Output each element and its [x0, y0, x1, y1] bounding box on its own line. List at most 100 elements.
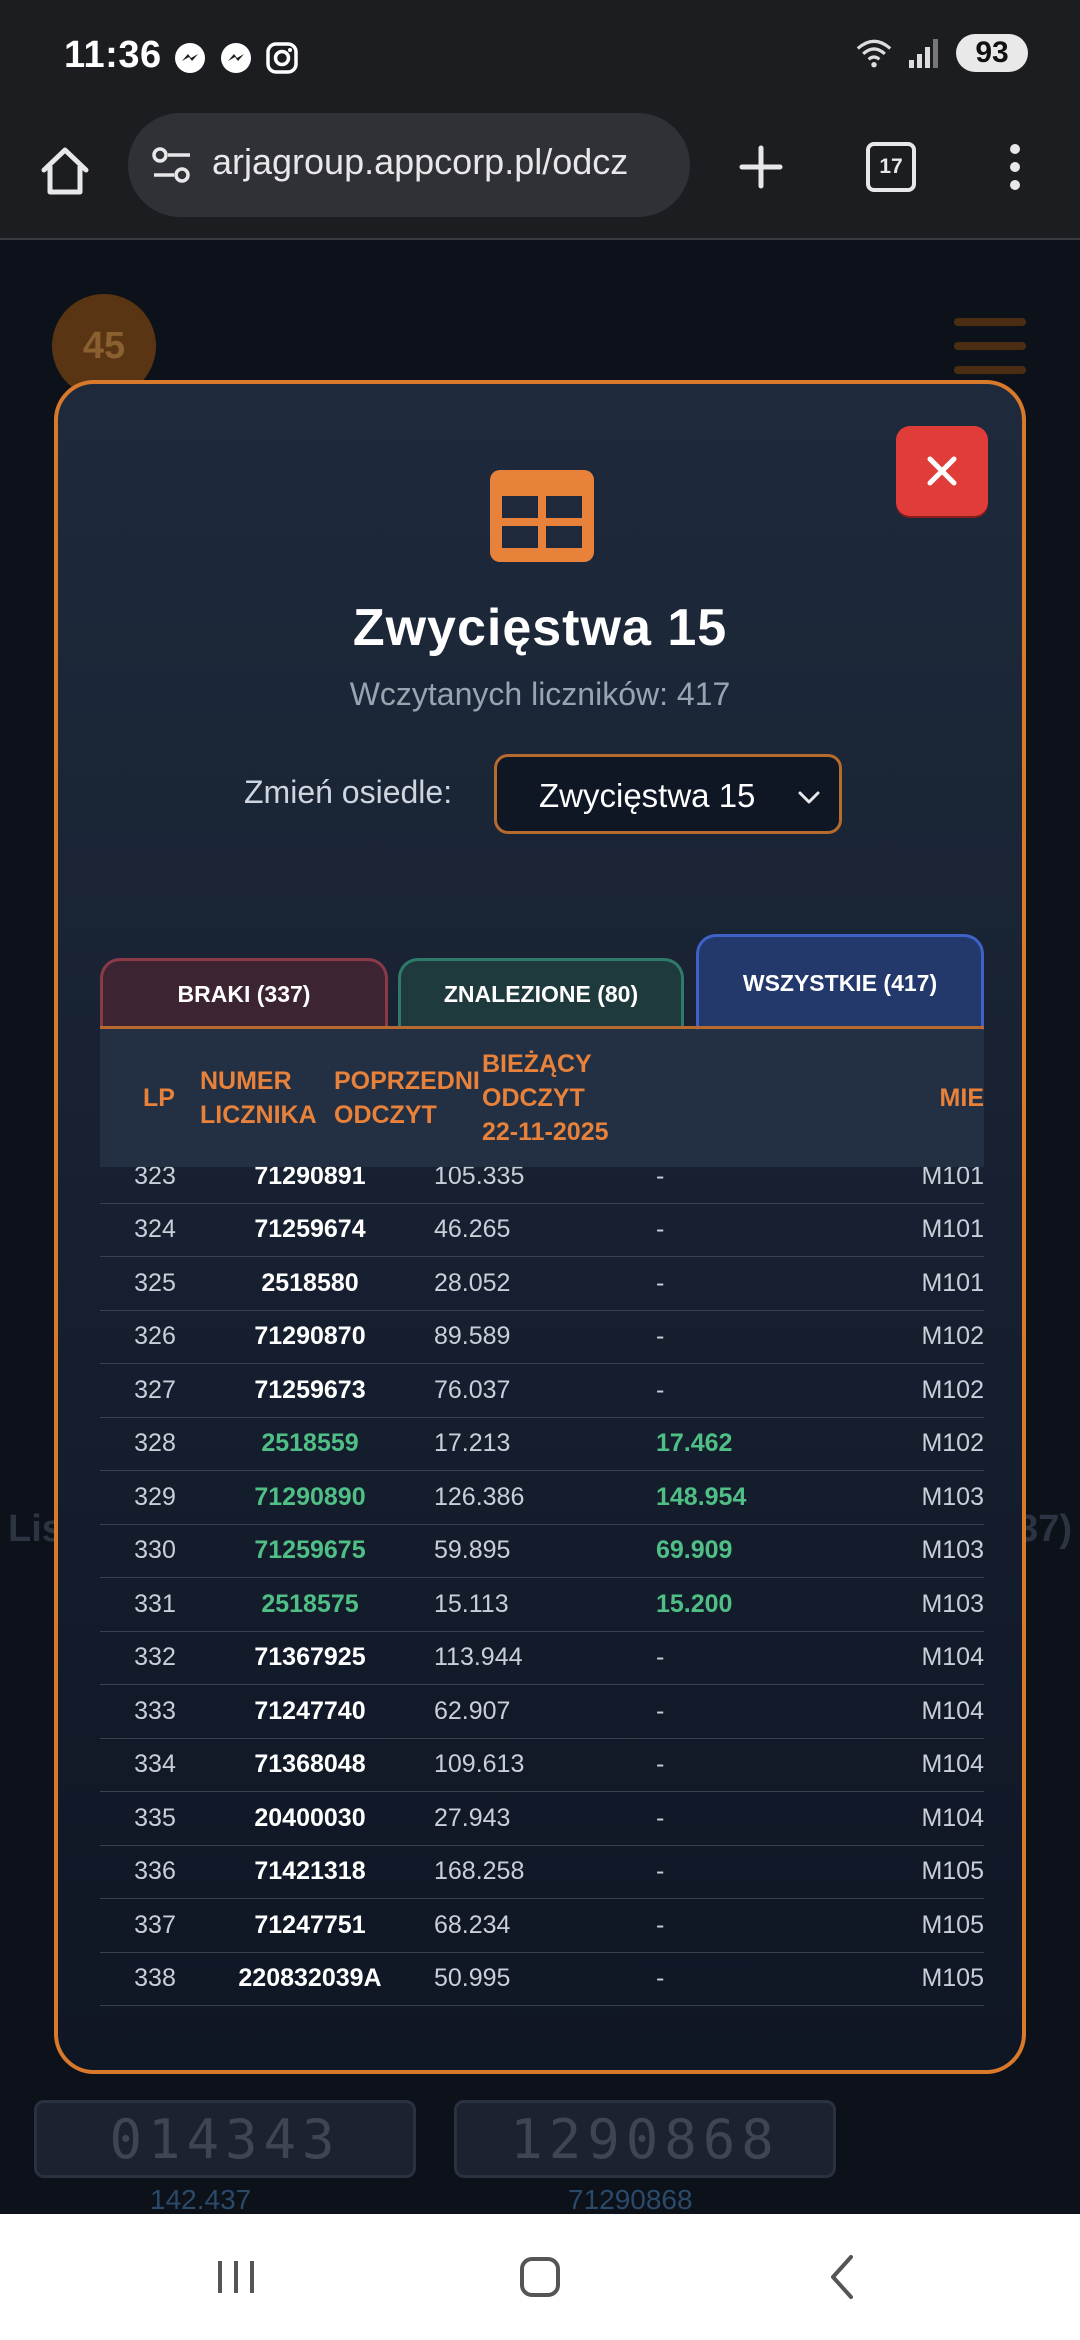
cell-meter-number: 71259674 [254, 1215, 366, 1244]
cell-lp: 331 [134, 1589, 176, 1618]
table-row[interactable]: 324 71259674 46.265 - M101 [100, 1204, 984, 1257]
status-bar: 11:36 93 [0, 0, 1080, 112]
table-row[interactable]: 333 71247740 62.907 - M104 [100, 1685, 984, 1739]
cell-current-reading: - [656, 1964, 665, 1993]
cell-current-reading: - [656, 1910, 665, 1939]
cell-current-reading: - [656, 1857, 665, 1886]
more-vert-icon [1010, 144, 1020, 190]
cell-previous-reading: 28.052 [434, 1268, 511, 1297]
cell-meter-number: 71368048 [254, 1750, 366, 1779]
cell-apartment: M104 [921, 1750, 984, 1779]
loaded-meters-count: Wczytanych liczników: 417 [349, 676, 731, 712]
status-time: 11:36 [64, 34, 162, 76]
table-row[interactable]: 328 2518559 17.213 17.462 M102 [100, 1418, 984, 1471]
cell-current-reading: - [656, 1268, 665, 1297]
estate-select-label: Zmień osiedle: [244, 774, 453, 810]
cell-meter-number: 71247740 [254, 1696, 366, 1725]
chevron-down-icon [798, 791, 820, 804]
modal-title: Zwycięstwa 15 [352, 599, 728, 657]
cell-apartment: M103 [921, 1482, 984, 1511]
table-row[interactable]: 337 71247751 68.234 - M105 [100, 1899, 984, 1953]
table-row[interactable]: 325 2518580 28.052 - M101 [100, 1257, 984, 1311]
cell-lp: 324 [134, 1215, 176, 1244]
system-status: 93 [856, 34, 1028, 72]
table-row[interactable]: 329 71290890 126.386 148.954 M103 [100, 1471, 984, 1525]
browser-menu-button[interactable] [980, 132, 1050, 202]
cell-lp: 337 [134, 1910, 176, 1939]
tab-braki[interactable]: BRAKI (337) [100, 958, 388, 1028]
cell-previous-reading: 126.386 [434, 1482, 525, 1511]
cell-lp: 338 [134, 1964, 176, 1993]
cell-current-reading: 15.200 [656, 1589, 733, 1618]
cell-previous-reading: 62.907 [434, 1696, 511, 1725]
cell-lp: 333 [134, 1696, 176, 1725]
cell-current-reading: - [656, 1643, 665, 1672]
cell-meter-number: 71259673 [254, 1375, 366, 1404]
messenger-icon [218, 40, 254, 76]
cell-apartment: M101 [921, 1215, 984, 1244]
cell-lp: 330 [134, 1536, 176, 1565]
cell-apartment: M102 [921, 1322, 984, 1351]
table-row[interactable]: 336 71421318 168.258 - M105 [100, 1846, 984, 1899]
new-tab-button[interactable] [726, 132, 796, 202]
cell-apartment: M105 [921, 1910, 984, 1939]
battery-indicator: 93 [956, 34, 1028, 72]
cell-meter-number: 71259675 [254, 1536, 366, 1565]
browser-toolbar: arjagroup.appcorp.pl/odcz 17 [0, 112, 1080, 240]
cell-current-reading: 148.954 [656, 1482, 747, 1511]
table-row[interactable]: 326 71290870 89.589 - M102 [100, 1311, 984, 1364]
cell-lp: 335 [134, 1803, 176, 1832]
cell-apartment: M101 [921, 1268, 984, 1297]
table-row[interactable]: 335 20400030 27.943 - M104 [100, 1792, 984, 1846]
cell-previous-reading: 46.265 [434, 1215, 511, 1244]
close-button[interactable] [896, 426, 988, 516]
cell-apartment: M102 [921, 1375, 984, 1404]
table-row[interactable]: 338 220832039A 50.995 - M105 [100, 1953, 984, 2006]
table-row[interactable]: 332 71367925 113.944 - M104 [100, 1632, 984, 1685]
column-header-numer[interactable]: NUMER LICZNIKA [200, 1029, 350, 1167]
tab-znalezione[interactable]: ZNALEZIONE (80) [398, 958, 684, 1028]
cell-meter-number: 2518575 [261, 1589, 359, 1618]
estate-select[interactable]: Zwycięstwa 15 [494, 754, 842, 834]
address-bar[interactable]: arjagroup.appcorp.pl/odcz [128, 113, 690, 217]
plus-icon [739, 145, 783, 189]
column-header-biezacy[interactable]: BIEŻĄCY ODCZYT 22-11-2025 [482, 1029, 672, 1167]
site-settings-icon[interactable] [150, 143, 194, 187]
cell-previous-reading: 27.943 [434, 1803, 511, 1832]
table-row[interactable]: 331 2518575 15.113 15.200 M103 [100, 1578, 984, 1632]
cell-previous-reading: 59.895 [434, 1536, 511, 1565]
table-row[interactable]: 334 71368048 109.613 - M104 [100, 1739, 984, 1792]
cell-current-reading: - [656, 1215, 665, 1244]
table-row[interactable]: 330 71259675 59.895 69.909 M103 [100, 1525, 984, 1578]
meters-table[interactable]: LP NUMER LICZNIKA POPRZEDNI ODCZYT BIEŻĄ… [100, 1026, 984, 2016]
cell-current-reading: 17.462 [656, 1429, 733, 1458]
cell-lp: 334 [134, 1750, 176, 1779]
home-button[interactable] [30, 136, 100, 206]
cell-meter-number: 2518559 [261, 1429, 359, 1458]
cell-lp: 329 [134, 1482, 176, 1511]
table-body: 323 71290891 105.335- M101 324 71259674 46.265… [100, 1150, 984, 2006]
cell-meter-number: 71367925 [254, 1643, 366, 1672]
column-header-mie[interactable]: MIE [860, 1029, 984, 1167]
cell-meter-number: 20400030 [254, 1803, 366, 1832]
estate-modal: Zwycięstwa 15 Wczytanych liczników: 417 … [54, 380, 1026, 2074]
cell-lp: 332 [134, 1643, 176, 1672]
table-row[interactable]: 327 71259673 76.037 - M102 [100, 1364, 984, 1418]
cell-current-reading: - [656, 1803, 665, 1832]
tab-wszystkie[interactable]: WSZYSTKIE (417) [696, 934, 984, 1030]
cell-previous-reading: 76.037 [434, 1375, 511, 1404]
tab-switcher-button[interactable]: 17 [856, 132, 926, 202]
cell-lp: 326 [134, 1322, 176, 1351]
back-button[interactable] [802, 2244, 882, 2310]
url-text[interactable]: arjagroup.appcorp.pl/odcz [212, 141, 672, 183]
cell-meter-number: 71290890 [254, 1482, 366, 1511]
recent-apps-button[interactable] [196, 2244, 276, 2310]
signal-icon [906, 35, 942, 71]
home-nav-button[interactable] [500, 2244, 580, 2310]
table-icon [490, 470, 594, 562]
column-header-lp[interactable]: LP [124, 1029, 194, 1167]
cell-lp: 325 [134, 1268, 176, 1297]
cell-apartment: M104 [921, 1803, 984, 1832]
cell-current-reading: - [656, 1322, 665, 1351]
background-meter-label: 142.437 [150, 2184, 252, 2214]
